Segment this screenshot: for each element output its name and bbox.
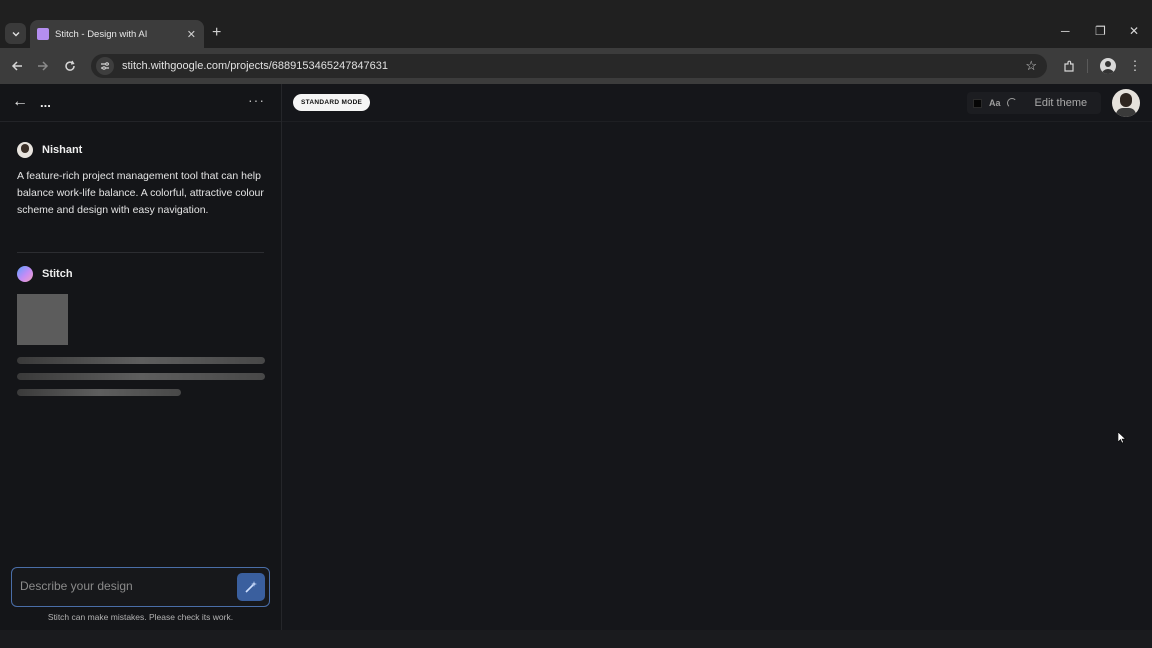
chat-sidebar: ← ... ··· Nishant A feature-rich project… [0,84,282,630]
user-message-text: A feature-rich project management tool t… [17,170,264,216]
tab-title: Stitch - Design with AI [55,28,148,40]
edit-theme-button[interactable]: Edit theme [1035,97,1088,109]
tab-stitch[interactable]: Stitch - Design with AI ✕ [30,20,204,48]
generate-button[interactable] [237,573,265,601]
user-message: Nishant A feature-rich project managemen… [17,142,267,219]
extensions-button[interactable] [1060,56,1078,76]
assistant-message: Stitch [17,266,73,282]
chevron-down-icon [12,31,19,36]
arrow-right-icon [38,61,49,71]
minimize-button[interactable]: ─ [1061,24,1070,38]
bottom-strip [0,630,1152,648]
user-avatar [17,142,33,158]
site-info-icon[interactable] [96,57,114,75]
user-name: Nishant [42,144,83,156]
puzzle-icon [1063,60,1074,72]
browser-toolbar: stitch.withgoogle.com/projects/688915346… [0,48,1152,84]
toolbar-divider [1087,59,1088,73]
reload-icon [65,60,75,71]
sidebar-header: ← ... ··· [0,84,281,122]
browser-menu-button[interactable]: ⋮ [1127,56,1143,76]
tab-close-icon[interactable]: ✕ [187,28,196,41]
theme-color-swatch [973,98,982,108]
assistant-name: Stitch [42,268,73,280]
tab-search-button[interactable] [5,23,26,44]
prompt-composer [11,567,270,607]
disclaimer-text: Stitch can make mistakes. Please check i… [47,612,234,622]
stitch-favicon-icon [37,28,49,40]
user-message-header: Nishant [17,142,267,158]
loading-line [17,389,181,396]
back-arrow-icon[interactable]: ← [12,93,28,111]
reload-button[interactable] [61,57,79,75]
kebab-menu-icon: ⋮ [1128,58,1142,73]
loading-spinner-icon [1006,98,1017,108]
loading-line [17,357,265,364]
describe-design-input[interactable] [20,579,220,593]
assistant-message-header: Stitch [17,266,73,282]
back-button[interactable] [8,57,26,75]
loading-image-placeholder [17,294,68,345]
browser-tabstrip: Stitch - Design with AI ✕ + ─ ❐ ✕ [0,0,1152,48]
new-tab-button[interactable]: + [212,24,221,42]
profile-button[interactable] [1099,56,1117,76]
loading-line [17,373,265,380]
url-text: stitch.withgoogle.com/projects/688915346… [122,60,389,72]
mouse-cursor-icon [1118,432,1126,444]
bookmark-star-icon[interactable]: ☆ [1025,58,1037,74]
account-avatar[interactable] [1112,89,1140,117]
design-canvas[interactable]: STANDARD MODE Aa Edit theme [282,84,1152,630]
theme-controls[interactable]: Aa Edit theme [967,92,1101,114]
message-divider [17,252,264,253]
project-title[interactable]: ... [40,95,51,110]
more-options-button[interactable]: ··· [248,92,265,108]
profile-avatar [1100,58,1116,74]
forward-button[interactable] [34,57,52,75]
theme-font-label: Aa [989,98,1001,108]
stitch-logo-icon [17,266,33,282]
magic-wand-icon [245,581,257,593]
restore-button[interactable]: ❐ [1095,24,1106,38]
stitch-app: ← ... ··· Nishant A feature-rich project… [0,84,1152,630]
address-bar[interactable]: stitch.withgoogle.com/projects/688915346… [91,54,1047,78]
close-window-button[interactable]: ✕ [1129,24,1139,38]
canvas-header: STANDARD MODE Aa Edit theme [282,84,1152,122]
arrow-left-icon [11,61,22,71]
mode-badge[interactable]: STANDARD MODE [293,94,371,111]
